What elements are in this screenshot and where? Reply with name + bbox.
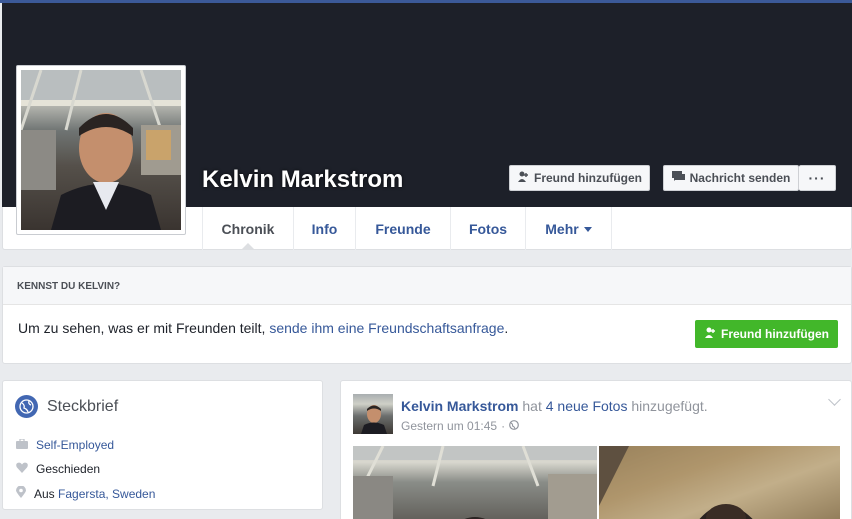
post-headline: Kelvin Markstrom hat 4 neue Fotos hinzug… [401, 398, 708, 414]
heart-icon [16, 462, 28, 476]
post-action-prefix: hat [518, 398, 546, 414]
tab-label: Fotos [468, 220, 508, 237]
caret-down-icon [583, 227, 592, 232]
intro-relationship-text: Geschieden [36, 462, 101, 476]
profile-tabs: Chronik Info Freunde Fotos Mehr [202, 207, 612, 250]
add-friend-label: Freund hinzufügen [534, 171, 642, 185]
do-you-know-text-start: Um zu sehen, was er mit Freunden teilt, [18, 320, 270, 336]
post-author-avatar[interactable] [353, 394, 393, 434]
tab-label: Chronik [221, 220, 275, 237]
tab-mehr[interactable]: Mehr [525, 207, 612, 250]
ellipsis-icon: ··· [808, 170, 826, 186]
add-friend-green-button[interactable]: Freund hinzufügen [695, 320, 838, 348]
intro-relationship-row: Geschieden [16, 462, 100, 476]
more-options-button[interactable]: ··· [799, 165, 836, 191]
tab-fotos[interactable]: Fotos [450, 207, 525, 250]
tab-label: Info [311, 220, 338, 237]
intro-from-prefix: Aus [34, 486, 59, 501]
post-photo-1[interactable] [353, 446, 597, 519]
globe-icon [15, 395, 38, 418]
intro-work-link[interactable]: Self-Employed [36, 438, 114, 452]
post-photo-2[interactable] [599, 446, 840, 519]
send-message-button[interactable]: Nachricht senden [663, 165, 799, 191]
intro-location-text: Aus Fagersta, Sweden [34, 487, 155, 501]
tab-label: Mehr [545, 220, 579, 237]
post-photos-link[interactable]: 4 neue Fotos [546, 398, 628, 414]
message-icon [671, 171, 685, 185]
profile-picture[interactable] [16, 65, 186, 235]
do-you-know-header: KENNST DU KELVIN? [3, 267, 851, 305]
intro-location-row: Aus Fagersta, Sweden [16, 485, 155, 501]
location-pin-icon [16, 485, 26, 501]
post-timestamp[interactable]: Gestern um 01:45 [401, 419, 497, 433]
tab-freunde[interactable]: Freunde [355, 207, 450, 250]
add-friend-button[interactable]: Freund hinzufügen [509, 165, 650, 191]
send-friend-request-link[interactable]: sende ihm eine Freundschaftsanfrage [269, 320, 504, 336]
chevron-down-icon[interactable] [828, 393, 841, 406]
intro-title: Steckbrief [15, 395, 118, 418]
post-photo-1-illustration [353, 446, 597, 519]
timeline-post: Kelvin Markstrom hat 4 neue Fotos hinzug… [340, 380, 852, 519]
profile-photo-image [21, 70, 181, 230]
send-message-label: Nachricht senden [689, 171, 791, 185]
profile-photo-illustration [21, 70, 181, 230]
tab-label: Freunde [375, 220, 431, 237]
post-action-suffix: hinzugefügt. [627, 398, 708, 414]
tab-info[interactable]: Info [293, 207, 355, 250]
post-avatar-illustration [361, 405, 387, 434]
intro-title-text: Steckbrief [47, 397, 119, 415]
do-you-know-text: Um zu sehen, was er mit Freunden teilt, … [18, 320, 508, 336]
add-friend-icon [517, 171, 529, 186]
briefcase-icon [16, 438, 28, 452]
post-photo-2-illustration [599, 446, 840, 519]
add-friend-icon [704, 327, 716, 342]
intro-card: Steckbrief Self-Employed Geschieden Aus … [2, 380, 323, 510]
post-meta: Gestern um 01:45 · [401, 419, 519, 433]
public-globe-icon[interactable] [509, 419, 519, 433]
tab-chronik[interactable]: Chronik [202, 207, 293, 250]
add-friend-green-label: Freund hinzufügen [721, 327, 829, 341]
post-author-link[interactable]: Kelvin Markstrom [401, 398, 518, 414]
intro-location-link[interactable]: Fagersta, Sweden [58, 487, 155, 501]
do-you-know-text-end: . [504, 320, 509, 336]
profile-name[interactable]: Kelvin Markstrom [202, 166, 403, 194]
meta-separator: · [501, 419, 506, 433]
do-you-know-card: KENNST DU KELVIN? Um zu sehen, was er mi… [2, 266, 852, 364]
intro-work-row: Self-Employed [16, 438, 114, 452]
